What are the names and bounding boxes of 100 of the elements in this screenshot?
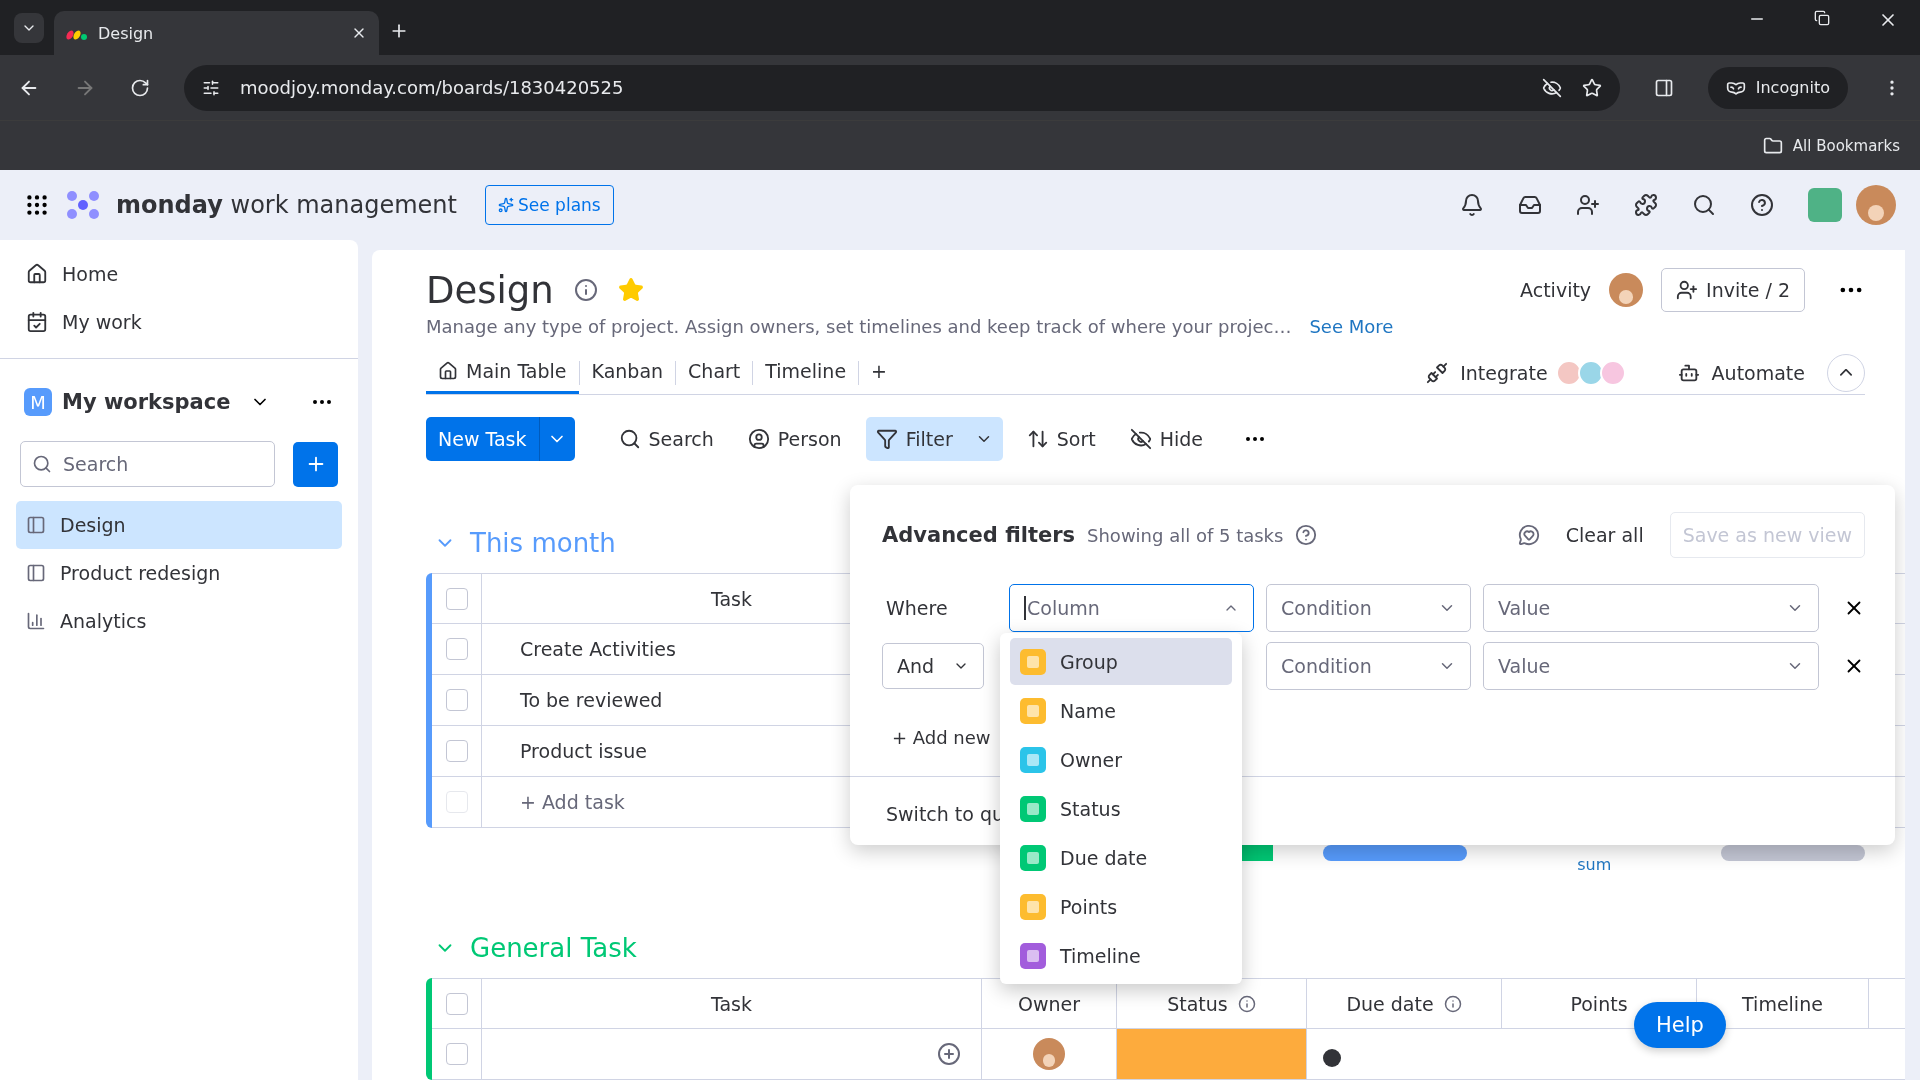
column-header: Task: [711, 992, 752, 1015]
condition-select[interactable]: Condition: [1266, 642, 1471, 690]
browser-tab[interactable]: Design: [54, 11, 379, 55]
and-select[interactable]: And: [882, 643, 984, 689]
view-tab[interactable]: Kanban: [579, 351, 676, 394]
add-update-icon[interactable]: [937, 1042, 961, 1066]
plug-icon: [1426, 361, 1449, 384]
puzzle-icon[interactable]: [1634, 193, 1658, 217]
bookmarks-link[interactable]: All Bookmarks: [1792, 136, 1900, 155]
search-icon: [618, 428, 641, 450]
panel-title: Advanced filters: [882, 523, 1076, 547]
checkbox[interactable]: [445, 638, 468, 660]
side-panel-icon[interactable]: [1653, 77, 1674, 98]
menu-item[interactable]: Points: [1010, 883, 1232, 930]
menu-item[interactable]: Group: [1010, 638, 1232, 685]
view-tab[interactable]: Main Table: [426, 351, 579, 394]
column-select[interactable]: Column: [1009, 584, 1254, 632]
status-cell[interactable]: [1117, 1029, 1307, 1079]
task-name[interactable]: To be reviewed: [520, 689, 663, 711]
view-tab[interactable]: Timeline: [753, 351, 859, 394]
help-icon[interactable]: [1295, 524, 1318, 546]
apps-grid-icon[interactable]: [24, 192, 50, 218]
menu-item[interactable]: Status: [1010, 785, 1232, 832]
menu-item[interactable]: Owner: [1010, 736, 1232, 783]
address-bar[interactable]: moodjoy.monday.com/boards/1830420525: [184, 64, 1620, 111]
person-icon: [747, 428, 770, 450]
add-filter-link[interactable]: + Add new: [892, 727, 991, 748]
help-icon[interactable]: [1750, 193, 1774, 217]
nav-item[interactable]: My work: [0, 298, 358, 346]
avatar: [1856, 185, 1896, 225]
checkbox[interactable]: [445, 992, 468, 1015]
feedback-icon[interactable]: [1517, 524, 1540, 546]
add-task-field[interactable]: + Add task: [520, 791, 625, 813]
column-header: Status: [1167, 992, 1228, 1015]
clear-all-button[interactable]: Clear all: [1559, 523, 1650, 547]
menu-item[interactable]: Name: [1010, 687, 1232, 734]
home-icon: [438, 361, 458, 382]
board-item[interactable]: Design: [16, 501, 342, 549]
reload-icon[interactable]: [130, 77, 150, 98]
invite-button[interactable]: Invite / 2: [1661, 268, 1805, 312]
see-plans-button[interactable]: See plans: [485, 185, 614, 225]
profile-button[interactable]: Incognito: [1707, 66, 1848, 109]
view-tab[interactable]: Chart: [676, 351, 753, 394]
board-item[interactable]: Product redesign: [16, 549, 342, 597]
avatar: [1033, 1038, 1065, 1070]
info-icon[interactable]: [573, 278, 598, 302]
board-icon: [26, 515, 46, 535]
info-icon[interactable]: [1237, 994, 1256, 1013]
inbox-icon[interactable]: [1518, 193, 1542, 217]
toolbar-button[interactable]: Filter: [865, 417, 1003, 461]
search-field[interactable]: Search: [20, 441, 275, 487]
checkbox[interactable]: [445, 740, 468, 762]
column-header: Timeline: [1742, 992, 1823, 1015]
text-cursor: [1024, 596, 1026, 620]
task-name[interactable]: Create Activities: [520, 638, 676, 660]
invite-icon[interactable]: [1576, 193, 1600, 217]
tab-list-button[interactable]: [14, 13, 44, 43]
search-icon[interactable]: [1692, 193, 1716, 217]
automate-button[interactable]: Automate: [1711, 361, 1805, 384]
checkbox[interactable]: [445, 689, 468, 711]
column-header: Task: [711, 587, 752, 610]
help-button[interactable]: Help: [1634, 1002, 1726, 1048]
search-icon: [32, 454, 52, 474]
site-info-icon[interactable]: [202, 78, 220, 97]
activity-link[interactable]: Activity: [1520, 279, 1592, 301]
person-add-icon: [1676, 279, 1699, 301]
menu-item[interactable]: Timeline: [1010, 932, 1232, 979]
task-name[interactable]: Product issue: [520, 740, 647, 762]
integration-icons: [1559, 359, 1626, 386]
toolbar-button[interactable]: Hide: [1119, 417, 1213, 461]
value-select[interactable]: Value: [1483, 584, 1819, 632]
calendar-check-icon: [26, 311, 48, 333]
workspace-name[interactable]: My workspace: [62, 390, 240, 414]
checkbox[interactable]: [445, 1043, 468, 1065]
bookmark-star-icon[interactable]: [1581, 77, 1602, 98]
toolbar-button[interactable]: Sort: [1016, 417, 1106, 461]
integrate-button[interactable]: Integrate: [1460, 361, 1548, 384]
info-icon[interactable]: [1443, 994, 1462, 1013]
restore-icon[interactable]: [1814, 9, 1830, 26]
toolbar-button[interactable]: Person: [737, 417, 852, 461]
column-header: Points: [1570, 992, 1628, 1015]
sparkle-icon: [498, 197, 514, 213]
eye-off-icon[interactable]: [1541, 77, 1562, 98]
star-icon[interactable]: [617, 277, 644, 303]
condition-select[interactable]: Condition: [1266, 584, 1471, 632]
add-button[interactable]: [293, 441, 338, 487]
board-description: Manage any type of project. Assign owners, set timelines and keep track of where your projec…: [426, 316, 1292, 338]
toolbar-button[interactable]: Search: [608, 417, 724, 461]
product-name: monday work management: [116, 191, 457, 219]
filter-summary: Showing all of 5 tasks: [1087, 524, 1284, 546]
bell-icon[interactable]: [1460, 193, 1484, 217]
board-item[interactable]: Analytics: [16, 597, 342, 645]
nav-item[interactable]: Home: [0, 250, 358, 298]
checkbox[interactable]: [445, 587, 468, 610]
menu-item[interactable]: Due date: [1010, 834, 1232, 881]
add-view-button[interactable]: +: [859, 351, 900, 394]
clock-icon: [1323, 1049, 1341, 1067]
see-more-link[interactable]: See More: [1309, 316, 1394, 338]
workspace-badge: M: [24, 388, 52, 416]
value-select[interactable]: Value: [1483, 642, 1819, 690]
